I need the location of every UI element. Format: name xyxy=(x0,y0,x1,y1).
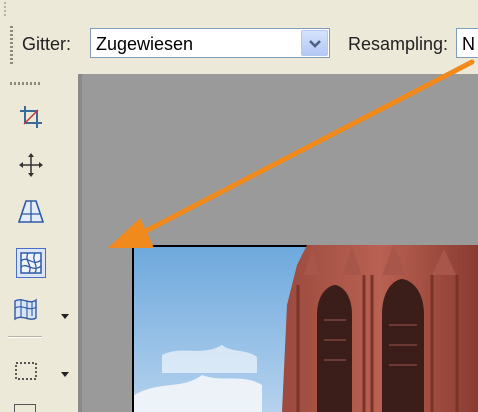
annotation-arrow xyxy=(108,59,475,248)
